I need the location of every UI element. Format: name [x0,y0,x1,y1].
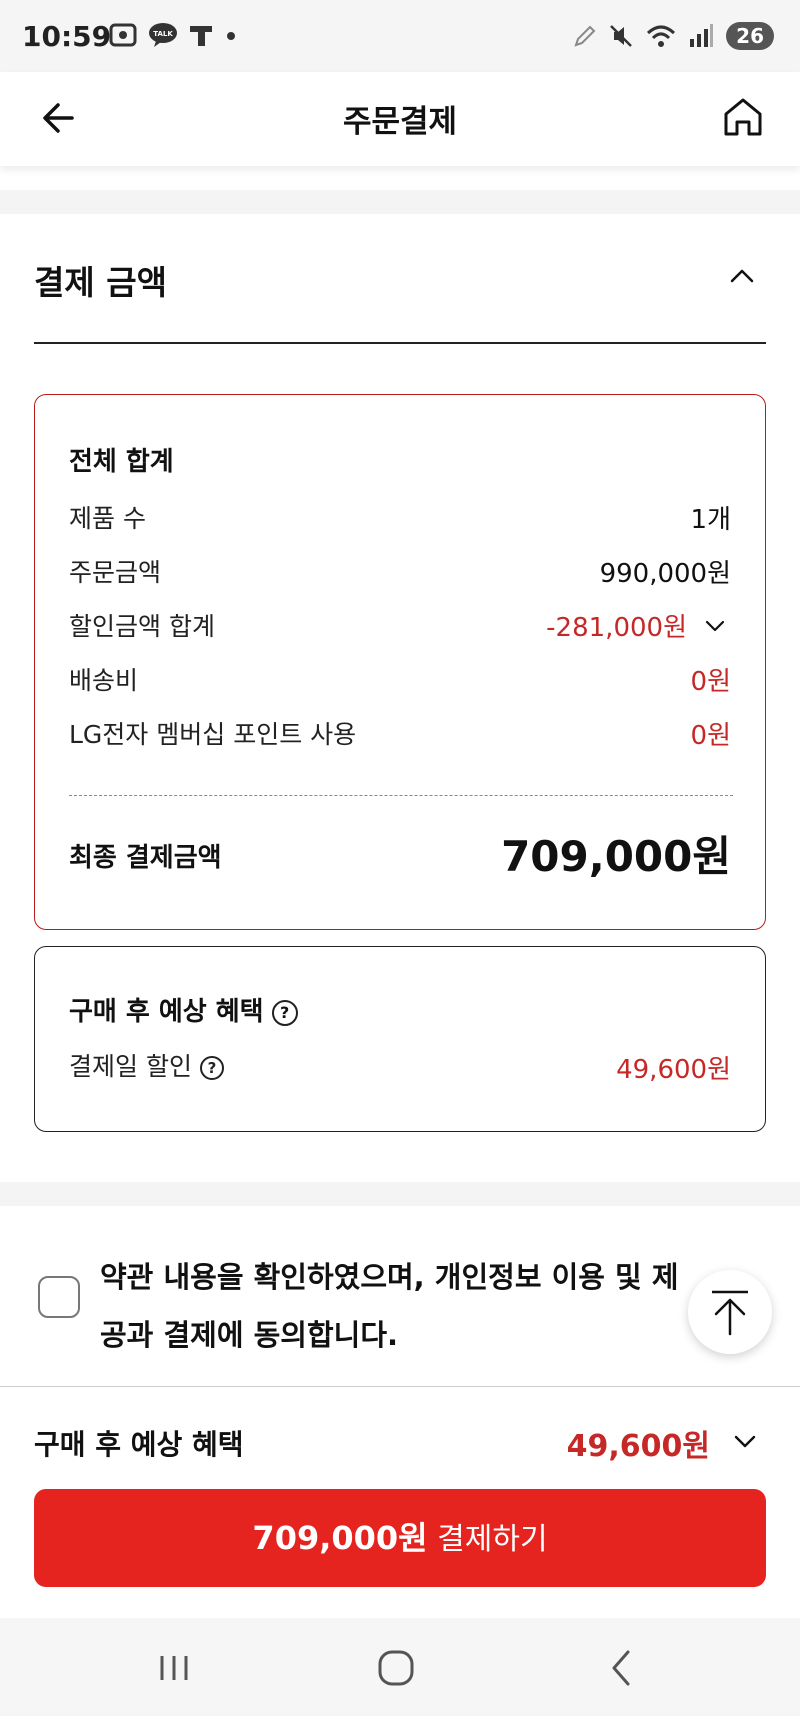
section-title: 결제 금액 [34,263,167,302]
recent-apps-icon[interactable] [150,1644,198,1692]
t-icon [190,26,212,46]
system-nav-bar [0,1618,800,1716]
status-right-icons: 26 [572,22,774,50]
page-title: 주문결제 [342,104,458,140]
pay-button-label: 결제하기 [437,1522,548,1557]
pay-button-amount: 709,000원 [252,1519,428,1557]
battery-icon: 26 [726,22,774,50]
bottom-benefit-value[interactable]: 49,600원 [567,1421,710,1465]
total-summary-box: 전체 합계 제품 수 1개 주문금액 990,000원 할인금액 합계 -281… [34,394,766,930]
benefit-heading: 구매 후 예상 혜택? [69,991,298,1028]
chevron-down-icon[interactable] [703,617,727,635]
order-amount-label: 주문금액 [69,558,162,587]
final-amount-value: 709,000원 [501,832,731,881]
question-icon[interactable]: ? [199,1056,224,1080]
status-left-icons: TALK [108,22,238,48]
talk-icon: TALK [149,23,177,47]
discount-total-value[interactable]: -281,000원 [546,607,687,644]
payment-day-discount-label: 결제일 할인? [69,1047,224,1083]
screenshot-icon [109,23,137,47]
final-amount-label: 최종 결제금액 [69,843,222,873]
expected-benefit-box: 구매 후 예상 혜택? 결제일 할인? 49,600원 [34,946,766,1132]
payment-day-discount-value: 49,600원 [616,1055,731,1085]
wifi-icon [647,25,676,47]
back-chevron-icon[interactable] [598,1644,646,1692]
section-divider [0,190,800,214]
signal-icon [690,24,714,47]
status-bar: 10:59 TALK 26 [0,0,800,72]
mute-icon [610,25,633,47]
order-amount-value: 990,000원 [599,559,731,589]
app-header: 주문결제 [0,72,800,166]
status-time: 10:59 [22,20,112,53]
agreement-text[interactable]: 약관 내용을 확인하였으며, 개인정보 이용 및 제공과 결제에 동의합니다. [100,1248,690,1364]
shipping-fee-value: 0원 [690,667,731,697]
discount-total-label: 할인금액 합계 [69,612,215,641]
home-icon[interactable] [718,92,768,142]
product-count-label: 제품 수 [69,504,146,533]
section-divider [0,1182,800,1206]
question-icon[interactable]: ? [271,999,298,1026]
pay-button[interactable]: 709,000원 결제하기 [34,1489,766,1587]
dashed-divider [69,795,733,796]
membership-points-label: LG전자 멤버십 포인트 사용 [69,720,357,749]
total-heading: 전체 합계 [69,447,174,477]
home-circle-icon[interactable] [372,1644,420,1692]
payment-day-discount-text: 결제일 할인 [69,1052,192,1081]
dot-icon [227,32,235,40]
chevron-up-icon[interactable] [726,264,758,288]
bottom-benefit-label: 구매 후 예상 혜택 [34,1428,244,1461]
shipping-fee-label: 배송비 [69,666,139,695]
svg-text:TALK: TALK [153,30,173,38]
product-count-value: 1개 [690,505,731,535]
arrow-up-icon [712,1290,748,1336]
section-rule [34,342,766,344]
benefit-heading-text: 구매 후 예상 혜택 [69,997,264,1027]
scroll-top-button[interactable] [688,1270,772,1354]
membership-points-value: 0원 [690,721,731,751]
bottom-summary-panel: 구매 후 예상 혜택 49,600원 709,000원 결제하기 [0,1386,800,1618]
pencil-icon [574,25,596,47]
agreement-checkbox[interactable] [38,1276,80,1318]
chevron-down-icon[interactable] [732,1431,758,1451]
